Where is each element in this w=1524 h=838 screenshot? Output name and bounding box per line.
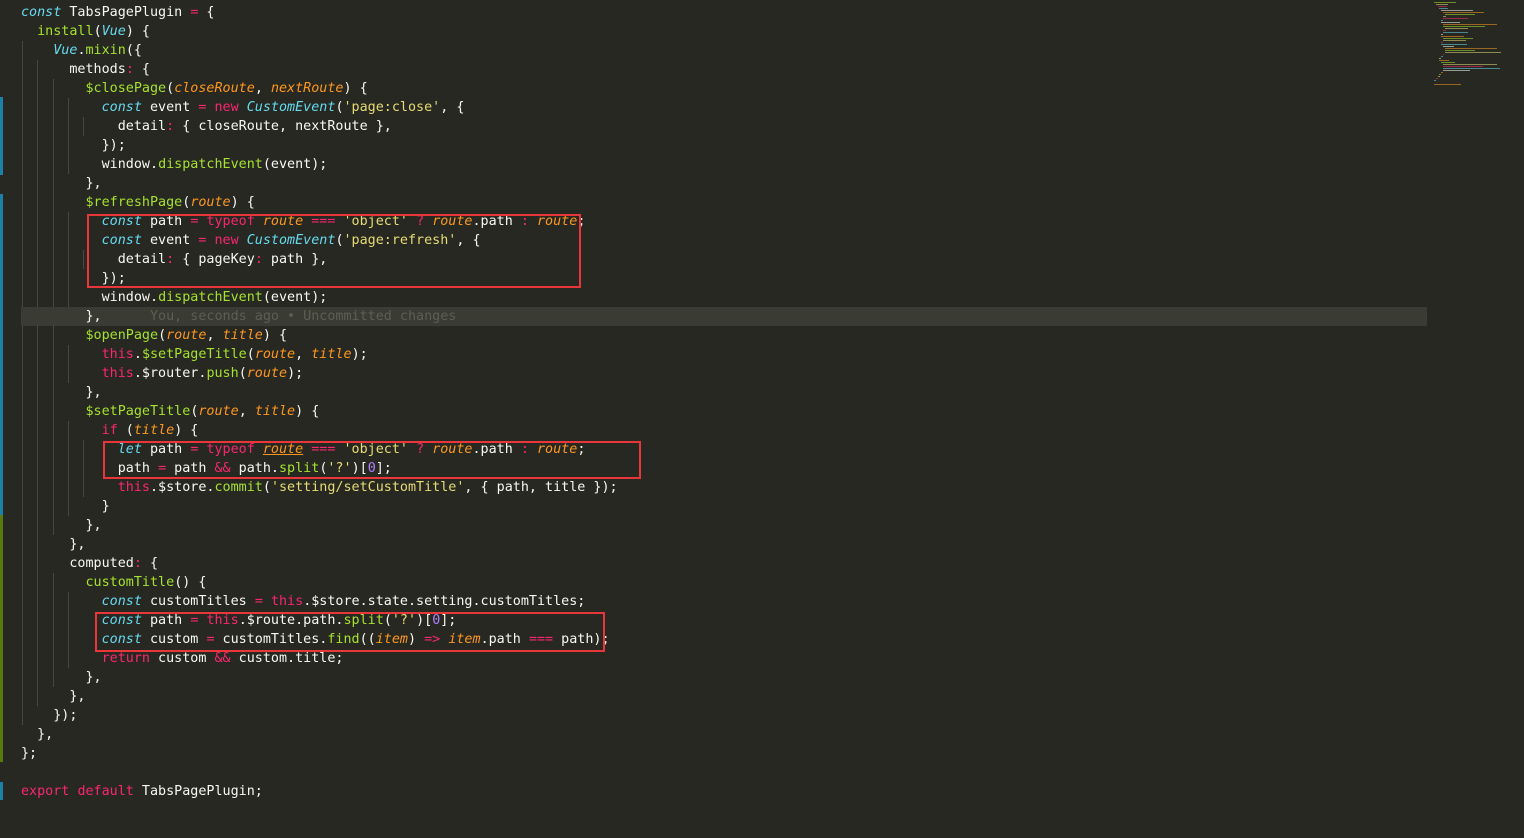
minimap-line	[1441, 42, 1443, 43]
minimap-line	[1443, 68, 1500, 69]
minimap-line	[1441, 44, 1468, 45]
code-line-37[interactable]: },	[21, 687, 1421, 706]
code-line-23[interactable]: if (title) {	[21, 421, 1421, 440]
minimap-line	[1443, 64, 1497, 65]
minimap-line	[1439, 60, 1450, 61]
gutter-change-marker	[0, 97, 3, 175]
code-line-18[interactable]: $openPage(route, title) {	[21, 326, 1421, 345]
minimap-line	[1444, 28, 1469, 29]
minimap-line	[1444, 14, 1476, 15]
minimap-line	[1441, 20, 1443, 21]
minimap[interactable]	[1428, 0, 1524, 838]
code-line-22[interactable]: $setPageTitle(route, title) {	[21, 402, 1421, 421]
minimap-line	[1434, 2, 1456, 3]
minimap-line	[1439, 58, 1442, 59]
code-line-10[interactable]: },	[21, 174, 1421, 193]
code-line-20[interactable]: this.$router.push(route);	[21, 364, 1421, 383]
code-line-32[interactable]: const customTitles = this.$store.state.s…	[21, 592, 1421, 611]
minimap-line	[1437, 6, 1448, 7]
code-line-8[interactable]: });	[21, 136, 1421, 155]
code-line-40[interactable]: };	[21, 744, 1421, 763]
code-line-9[interactable]: window.dispatchEvent(event);	[21, 155, 1421, 174]
minimap-line	[1444, 52, 1501, 53]
code-editor[interactable]: const TabsPagePlugin = { install(Vue) { …	[0, 0, 1428, 838]
minimap-line	[1434, 84, 1461, 85]
code-line-41[interactable]	[21, 763, 1421, 782]
minimap-line	[1443, 54, 1444, 55]
gutter-change-marker	[0, 194, 3, 515]
minimap-line	[1439, 74, 1442, 75]
minimap-line	[1441, 22, 1461, 23]
highlight-box-refreshPage-body	[87, 214, 581, 288]
minimap-line	[1441, 72, 1443, 73]
minimap-line	[1443, 30, 1446, 31]
minimap-line	[1441, 36, 1464, 37]
code-line-27[interactable]: }	[21, 497, 1421, 516]
minimap-line	[1443, 40, 1466, 41]
code-line-42[interactable]: export default TabsPagePlugin;	[21, 782, 1421, 801]
minimap-line	[1439, 8, 1449, 9]
minimap-line	[1441, 62, 1455, 63]
git-blame-annotation: You, seconds ago • Uncommitted changes	[101, 309, 457, 324]
code-line-26[interactable]: this.$store.commit('setting/setCustomTit…	[21, 478, 1421, 497]
minimap-line	[1435, 78, 1438, 79]
code-line-3[interactable]: Vue.mixin({	[21, 41, 1421, 60]
code-line-21[interactable]: },	[21, 383, 1421, 402]
minimap-line	[1443, 26, 1486, 27]
gutter-change-marker	[0, 515, 3, 762]
code-line-36[interactable]: },	[21, 668, 1421, 687]
minimap-line	[1443, 12, 1484, 13]
minimap-line	[1441, 56, 1443, 57]
minimap-line	[1441, 34, 1443, 35]
code-line-6[interactable]: const event = new CustomEvent('page:clos…	[21, 98, 1421, 117]
code-line-2[interactable]: install(Vue) {	[21, 22, 1421, 41]
code-line-17[interactable]: }, You, seconds ago • Uncommitted change…	[21, 307, 1427, 326]
minimap-line	[1441, 10, 1473, 11]
code-line-1[interactable]: const TabsPagePlugin = {	[21, 3, 1421, 22]
code-line-29[interactable]: },	[21, 535, 1421, 554]
code-line-30[interactable]: computed: {	[21, 554, 1421, 573]
minimap-line	[1435, 4, 1449, 5]
gutter-change-marker	[0, 782, 3, 800]
minimap-line	[1443, 66, 1483, 67]
code-line-19[interactable]: this.$setPageTitle(route, title);	[21, 345, 1421, 364]
code-line-11[interactable]: $refreshPage(route) {	[21, 193, 1421, 212]
code-line-4[interactable]: methods: {	[21, 60, 1421, 79]
highlight-box-setPageTitle-path	[103, 441, 641, 479]
code-line-16[interactable]: window.dispatchEvent(event);	[21, 288, 1421, 307]
minimap-line	[1444, 50, 1476, 51]
highlight-box-customTitle-path	[95, 612, 605, 652]
code-line-31[interactable]: customTitle() {	[21, 573, 1421, 592]
minimap-line	[1443, 38, 1473, 39]
code-line-38[interactable]: });	[21, 706, 1421, 725]
minimap-line	[1443, 70, 1470, 71]
code-line-39[interactable]: },	[21, 725, 1421, 744]
code-line-28[interactable]: },	[21, 516, 1421, 535]
minimap-line	[1443, 32, 1469, 33]
minimap-line	[1443, 16, 1446, 17]
minimap-line	[1443, 24, 1497, 25]
minimap-line	[1443, 18, 1469, 19]
minimap-line	[1444, 48, 1497, 49]
code-line-7[interactable]: detail: { closeRoute, nextRoute },	[21, 117, 1421, 136]
code-line-5[interactable]: $closePage(closeRoute, nextRoute) {	[21, 79, 1421, 98]
minimap-line	[1443, 46, 1454, 47]
minimap-line	[1434, 80, 1436, 81]
minimap-line	[1437, 76, 1441, 77]
